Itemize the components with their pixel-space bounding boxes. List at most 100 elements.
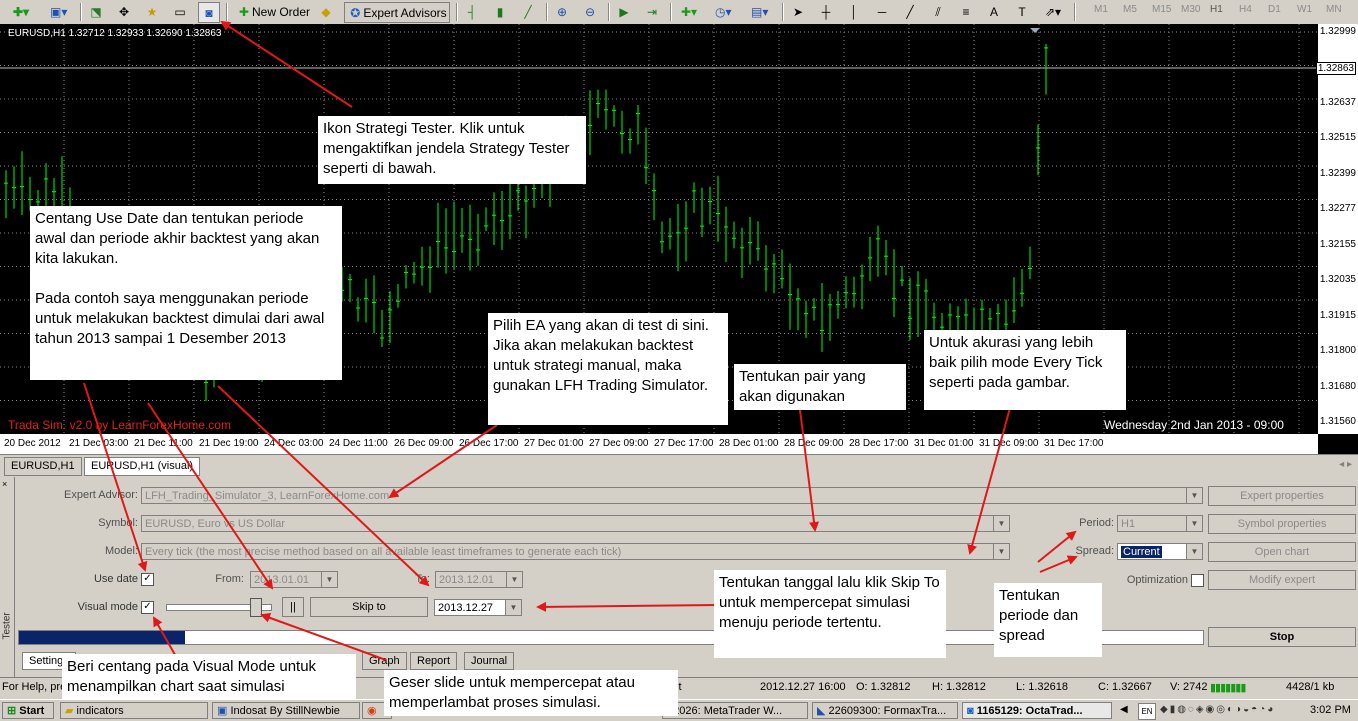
profiles-button[interactable]: ▣▾ [44,2,72,21]
timeframe-m5[interactable]: M5 [1123,4,1137,15]
chart-header: EURUSD,H1 1.32712 1.32933 1.32690 1.3286… [8,28,222,39]
timeframe-m1[interactable]: M1 [1094,4,1108,15]
timeframe-h1[interactable]: H1 [1210,4,1223,15]
tab-eurusd-h1[interactable]: EURUSD,H1 [4,457,82,476]
price-label: 1.32999 [1319,26,1356,37]
chart-datetime: Wednesday 2nd Jan 2013 - 09:00 [1104,418,1284,432]
spread-select[interactable]: Current ▼ [1117,543,1203,560]
symbol-select[interactable]: EURUSD, Euro vs US Dollar ▼ [141,515,1010,532]
status-open: O: 1.32812 [856,681,911,693]
cursor-button[interactable]: ➤ [788,2,808,21]
optimization-checkbox[interactable] [1191,574,1204,587]
bar-chart-button[interactable]: ┤ [462,2,482,21]
crosshair-button[interactable]: ┼ [816,2,836,21]
close-icon[interactable]: × [2,479,7,489]
time-label: 21 Dec 11:00 [134,438,193,449]
cursor-icon: ➤ [792,4,804,19]
strategy-tester-button[interactable]: ◙ [198,2,220,23]
expert-advisor-select[interactable]: LFH_Trading_Simulator_3, LearnForexHome.… [141,487,1203,504]
label-button[interactable]: T [1012,2,1032,21]
price-label: 1.32277 [1319,203,1356,215]
vertical-line-button[interactable]: │ [844,2,864,21]
model-select[interactable]: Every tick (the most precise method base… [141,543,1010,560]
navigator-button[interactable]: ★ [142,2,162,21]
language-icon[interactable]: EN [1138,703,1156,720]
tab-graph[interactable]: Graph [362,652,407,670]
time-label: 24 Dec 11:00 [329,438,388,449]
line-chart-button[interactable]: ╱ [518,2,538,21]
zoom-out-button[interactable]: ⊖ [580,2,600,21]
timeframe-m30[interactable]: M30 [1181,4,1200,15]
task-octatrade[interactable]: ◙ 1165129: OctaTrad... [962,702,1112,719]
tab-journal[interactable]: Journal [464,652,515,670]
periods-button[interactable]: ◷▾ [708,2,738,21]
symbol-properties-button[interactable]: Symbol properties [1208,514,1356,534]
terminal-button[interactable]: ▭ [170,2,190,21]
speed-slider-handle[interactable] [250,598,262,617]
expert-advisor-label: Expert Advisor: [64,489,138,501]
indicators-button[interactable]: ✚▾ [676,2,702,21]
channel-button[interactable]: ⫽ [928,2,948,21]
modify-expert-button[interactable]: Modify expert [1208,570,1356,590]
use-date-label: Use date [93,573,138,585]
templates-button[interactable]: ▤▾ [744,2,774,21]
model-label: Model: [104,545,138,557]
status-low: L: 1.32618 [1016,681,1068,693]
expert-advisor-value: LFH_Trading_Simulator_3, LearnForexHome.… [145,490,390,502]
chevron-down-icon: ▼ [321,572,337,587]
alert-button[interactable]: ◆ [316,2,336,21]
open-chart-button[interactable]: Open chart [1208,542,1356,562]
start-button[interactable]: ⊞ Start [2,702,54,719]
tab-report[interactable]: Report [410,652,458,670]
new-order-button[interactable]: ✚ New Order [234,2,312,21]
period-select[interactable]: H1 ▼ [1117,515,1203,532]
timeframe-d1[interactable]: D1 [1268,4,1281,15]
chart-app-icon: ◣ [817,705,826,717]
timeframe-w1[interactable]: W1 [1297,4,1312,15]
folder-icon: ▰ [65,705,74,717]
trendline-button[interactable]: ╱ [900,2,920,21]
auto-scroll-button[interactable]: ▶ [614,2,634,21]
expert-properties-button[interactable]: Expert properties [1208,486,1356,506]
time-label: 28 Dec 17:00 [849,438,909,449]
to-date-field[interactable]: 2013.12.01 ▼ [435,571,523,588]
tab-eurusd-h1-visual[interactable]: EURUSD,H1 (visual) [84,457,201,476]
expert-advisors-button[interactable]: ✪ Expert Advisors [344,2,450,23]
symbol-value: EURUSD, Euro vs US Dollar [145,518,285,530]
strategy-tester-icon: ◙ [205,5,213,20]
horizontal-line-button[interactable]: ─ [872,2,892,21]
visual-mode-checkbox[interactable]: ✓ [141,601,154,614]
task-label: 22609300: FormaxTra... [828,705,947,717]
bar-chart-icon: ┤ [467,4,477,19]
from-date-field[interactable]: 2013.01.01 ▼ [250,571,338,588]
fibo-button[interactable]: ≡ [956,2,976,21]
arrows-button[interactable]: ⇗▾ [1040,2,1066,21]
timeframe-mn[interactable]: MN [1326,4,1342,15]
skip-date-field[interactable]: 2013.12.27 ▼ [434,599,522,616]
market-watch-icon: ⬔ [90,4,102,19]
text-button[interactable]: A [984,2,1004,21]
zoom-in-button[interactable]: ⊕ [552,2,572,21]
task-indosat[interactable]: ▣ Indosat By StillNewbie [212,702,360,719]
price-label: 1.32515 [1319,132,1356,144]
data-window-button[interactable]: ✥ [114,2,134,21]
chart-shift-button[interactable]: ⇥ [642,2,662,21]
candle-chart-button[interactable]: ▮ [490,2,510,21]
market-watch-button[interactable]: ⬔ [86,2,106,21]
time-label: 27 Dec 01:00 [524,438,584,449]
indicators-icon: ✚▾ [681,4,698,19]
optimization-label: Optimization [1126,574,1188,586]
new-chart-button[interactable]: ✚▾ [6,2,36,21]
pause-button[interactable]: || [282,597,304,617]
task-metatrader[interactable]: 42026: MetaTrader W... [662,702,808,719]
task-indicators[interactable]: ▰ indicators [60,702,208,719]
skip-to-button[interactable]: Skip to [310,597,428,617]
tab-scroll-arrows[interactable]: ◂ ▸ [1339,459,1352,470]
time-label: 20 Dec 2012 [4,438,61,449]
stop-button[interactable]: Stop [1208,627,1356,647]
timeframe-m15[interactable]: M15 [1152,4,1171,15]
timeframe-h4[interactable]: H4 [1239,4,1252,15]
use-date-checkbox[interactable]: ✓ [141,573,154,586]
task-formax[interactable]: ◣ 22609300: FormaxTra... [812,702,958,719]
tray-expand-icon[interactable]: ◀ [1120,704,1128,715]
